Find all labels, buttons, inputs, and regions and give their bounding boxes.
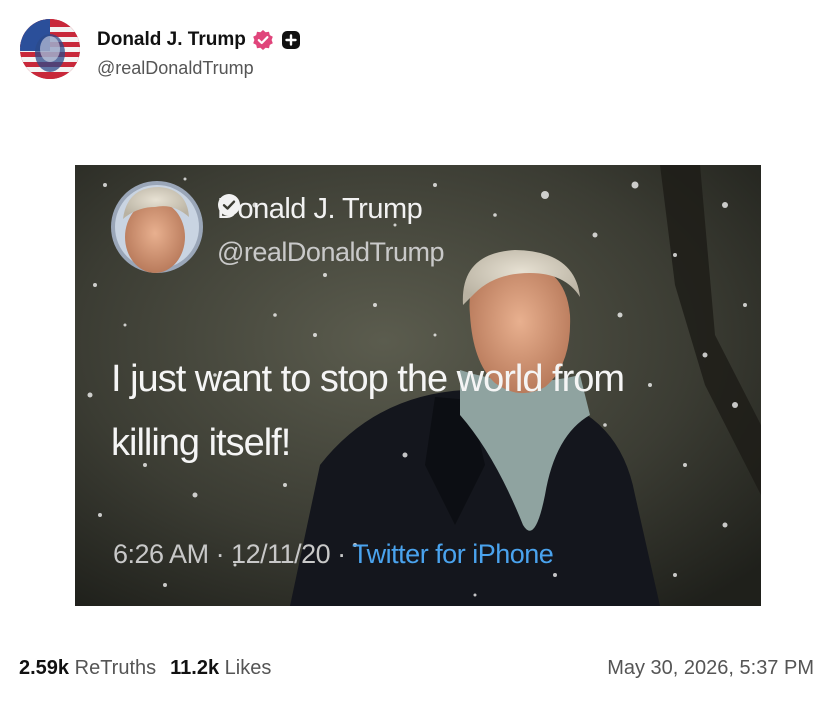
author-avatar[interactable] bbox=[20, 19, 80, 79]
post-timestamp[interactable]: May 30, 2026, 5:37 PM bbox=[607, 657, 814, 680]
likes-stat[interactable]: 11.2k Likes bbox=[170, 657, 271, 679]
retruths-label: ReTruths bbox=[74, 657, 157, 679]
tweet-display-name: Donald J. Trump bbox=[217, 193, 423, 225]
post-stats: 2.59k ReTruths 11.2k Likes bbox=[19, 657, 271, 680]
verified-badge-icon bbox=[253, 30, 273, 50]
plus-badge-icon bbox=[281, 31, 300, 49]
retruths-count: 2.59k bbox=[19, 657, 70, 679]
tweet-name-row: Donald J. Trump bbox=[217, 193, 423, 226]
likes-count: 11.2k bbox=[170, 657, 220, 679]
tweet-meta: 6:26 AM · 12/11/20 · Twitter for iPhone bbox=[113, 539, 554, 570]
tweet-source: Twitter for iPhone bbox=[352, 539, 554, 569]
post-media-image[interactable]: Donald J. Trump @realDonaldTrump I just … bbox=[75, 165, 761, 606]
tweet-text: I just want to stop the world from killi… bbox=[111, 347, 671, 475]
tweet-text-line-2: killing itself! bbox=[111, 422, 291, 464]
tweet-handle: @realDonaldTrump bbox=[217, 237, 445, 267]
flag-portrait-avatar-icon bbox=[20, 19, 80, 79]
author-handle[interactable]: @realDonaldTrump bbox=[97, 58, 254, 79]
likes-label: Likes bbox=[224, 657, 272, 679]
tweet-text-line-1: I just want to stop the world from bbox=[111, 358, 625, 400]
tweet-time-date: 6:26 AM · 12/11/20 · bbox=[113, 539, 353, 569]
author-display-name[interactable]: Donald J. Trump bbox=[97, 29, 246, 51]
retruths-stat[interactable]: 2.59k ReTruths bbox=[19, 657, 156, 679]
author-name-row: Donald J. Trump bbox=[97, 27, 302, 53]
tweet-verified-icon bbox=[218, 194, 240, 216]
